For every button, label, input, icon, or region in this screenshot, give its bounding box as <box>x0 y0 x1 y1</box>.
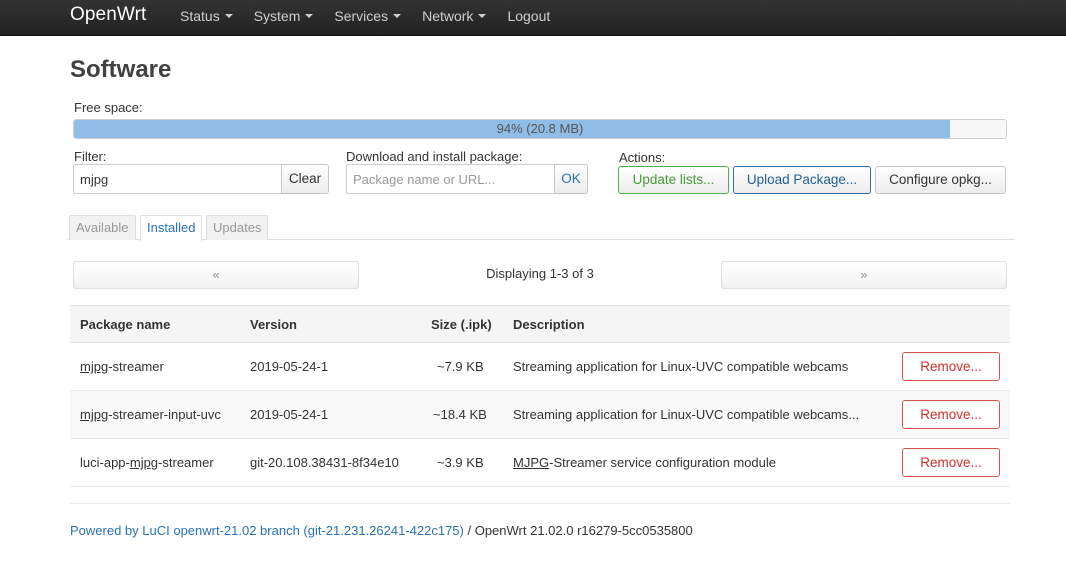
name-suffix: -streamer-input-uvc <box>108 407 221 422</box>
footer-separator: / <box>463 523 475 538</box>
description-text: -Streamer service configuration module <box>549 455 777 470</box>
filter-match: MJPG <box>513 455 550 470</box>
pager-next-button[interactable]: » <box>721 261 1007 289</box>
table-row: luci-app-mjpg-streamer git-20.108.38431-… <box>70 439 1010 487</box>
caret-down-icon <box>393 14 402 19</box>
package-url-input[interactable] <box>346 164 555 194</box>
tab-installed[interactable]: Installed <box>140 215 203 241</box>
menu-system-label: System <box>253 8 301 24</box>
description-text: Streaming application for Linux-UVC comp… <box>513 407 860 422</box>
firmware-version: OpenWrt 21.02.0 r16279-5cc0535800 <box>474 523 693 538</box>
actions-label: Actions: <box>619 150 666 165</box>
name-suffix: -streamer <box>158 455 214 470</box>
package-name: mjpg-streamer-input-uvc <box>80 407 221 422</box>
table-header: Package name Version Size (.ipk) Descrip… <box>70 305 1010 343</box>
main-menu: Status System Services Network Logout <box>180 0 571 36</box>
package-name: luci-app-mjpg-streamer <box>80 455 214 470</box>
free-space-text: 94% (20.8 MB) <box>496 121 584 136</box>
configure-opkg-button[interactable]: Configure opkg... <box>875 166 1006 194</box>
menu-logout-label: Logout <box>507 8 551 24</box>
footer: Powered by LuCI openwrt-21.02 branch (gi… <box>70 523 693 538</box>
menu-services-label: Services <box>334 8 389 24</box>
package-description: Streaming application for Linux-UVC comp… <box>513 407 859 422</box>
footer-divider <box>70 503 1010 504</box>
header-package-name: Package name <box>80 317 171 332</box>
filter-input[interactable] <box>73 164 282 194</box>
menu-network[interactable]: Network <box>422 0 487 36</box>
package-version: 2019-05-24-1 <box>250 407 329 422</box>
package-name: mjpg-streamer <box>80 359 164 374</box>
header-version: Version <box>250 317 297 332</box>
filter-match: mjpg <box>80 359 109 374</box>
package-version: git-20.108.38431-8f34e10 <box>250 455 399 470</box>
pager-status: Displaying 1-3 of 3 <box>486 266 594 281</box>
menu-services[interactable]: Services <box>334 0 402 36</box>
menu-status-label: Status <box>180 8 220 24</box>
menu-network-label: Network <box>422 8 474 24</box>
caret-down-icon <box>305 14 314 19</box>
free-space-label: Free space: <box>74 100 143 115</box>
page-title: Software <box>70 56 172 83</box>
package-size: ~7.9 KB <box>437 359 484 374</box>
remove-button[interactable]: Remove... <box>902 400 1000 429</box>
filter-match: mjpg <box>129 455 159 470</box>
tab-updates[interactable]: Updates <box>206 215 269 240</box>
luci-link[interactable]: Powered by LuCI openwrt-21.02 branch (gi… <box>70 523 464 538</box>
update-lists-button[interactable]: Update lists... <box>618 166 729 194</box>
install-ok-button[interactable]: OK <box>554 164 588 194</box>
menu-logout[interactable]: Logout <box>507 0 550 36</box>
package-description: Streaming application for Linux-UVC comp… <box>513 359 848 374</box>
table-row: mjpg-streamer-input-uvc 2019-05-24-1 ~18… <box>70 391 1010 439</box>
package-size: ~3.9 KB <box>437 455 484 470</box>
upload-package-button[interactable]: Upload Package... <box>733 166 871 194</box>
free-space-progress: 94% (20.8 MB) <box>73 119 1007 139</box>
download-label: Download and install package: <box>346 149 523 164</box>
remove-button[interactable]: Remove... <box>902 448 1000 477</box>
menu-system[interactable]: System <box>254 0 314 36</box>
name-prefix: luci-app- <box>80 455 130 470</box>
header-size: Size (.ipk) <box>431 317 492 332</box>
filter-label: Filter: <box>74 149 107 164</box>
pager-prev-button[interactable]: « <box>73 261 359 289</box>
package-size: ~18.4 KB <box>433 407 487 422</box>
package-version: 2019-05-24-1 <box>250 359 329 374</box>
brand-logo[interactable]: OpenWrt <box>70 4 146 26</box>
filter-match: mjpg <box>80 407 109 422</box>
top-navbar: OpenWrt Status System Services Network L… <box>0 0 1066 36</box>
description-text: Streaming application for Linux-UVC comp… <box>513 359 849 374</box>
menu-status[interactable]: Status <box>180 0 233 36</box>
remove-button[interactable]: Remove... <box>902 352 1000 381</box>
caret-down-icon <box>224 14 233 19</box>
table-row: mjpg-streamer 2019-05-24-1 ~7.9 KB Strea… <box>70 343 1010 391</box>
header-description: Description <box>513 317 585 332</box>
tab-available[interactable]: Available <box>69 215 136 240</box>
clear-button[interactable]: Clear <box>281 164 329 194</box>
package-description: MJPG-Streamer service configuration modu… <box>513 455 776 470</box>
caret-down-icon <box>478 14 487 19</box>
name-suffix: -streamer <box>108 359 164 374</box>
